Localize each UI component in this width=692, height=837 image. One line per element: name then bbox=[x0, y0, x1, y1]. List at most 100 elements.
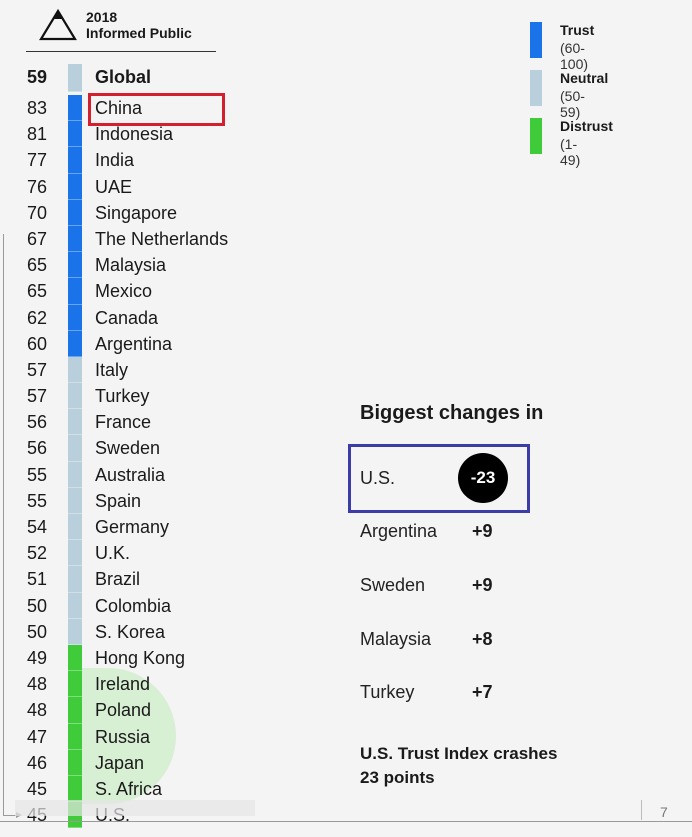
trust-bar bbox=[68, 487, 82, 514]
report-title: 2018 Informed Public bbox=[86, 9, 192, 41]
country-name: Ireland bbox=[95, 674, 151, 695]
trust-bar bbox=[68, 592, 82, 619]
country-row: 48 Poland bbox=[0, 697, 300, 724]
trust-score: 50 bbox=[27, 595, 48, 616]
footer-divider bbox=[0, 821, 692, 822]
country-name: Australia bbox=[95, 464, 166, 485]
trust-bar bbox=[68, 173, 82, 200]
trust-score: 50 bbox=[27, 621, 48, 642]
country-name: Global bbox=[95, 67, 152, 87]
trust-bar bbox=[68, 95, 82, 122]
trust-score: 47 bbox=[27, 726, 48, 747]
page-number: 7 bbox=[660, 804, 668, 820]
trust-score: 62 bbox=[27, 307, 48, 328]
country-name: Hong Kong bbox=[95, 647, 186, 668]
change-row: Malaysia +8 bbox=[360, 624, 560, 654]
trust-score: 65 bbox=[27, 281, 48, 302]
country-trust-list: 59 Global 83 China 81 Indonesia 77 India 76 UAE 70… bbox=[0, 64, 300, 829]
trust-score: 56 bbox=[27, 412, 48, 433]
country-name: The Netherlands bbox=[95, 228, 229, 249]
change-badge: -23 bbox=[458, 453, 508, 503]
change-country: Argentina bbox=[360, 521, 438, 541]
country-name: India bbox=[95, 150, 135, 171]
change-row: U.S. -23 bbox=[360, 453, 560, 503]
legend-swatch bbox=[530, 22, 542, 58]
country-name: Sweden bbox=[95, 438, 161, 459]
change-row: Argentina +9 bbox=[360, 516, 560, 546]
trust-bar bbox=[68, 252, 82, 279]
trust-bar bbox=[68, 540, 82, 567]
country-row: 70 Singapore bbox=[0, 199, 300, 226]
mountain-triangle-icon bbox=[39, 8, 77, 41]
trust-score: 52 bbox=[27, 543, 48, 564]
country-row: 56 Sweden bbox=[0, 435, 300, 462]
legend-range: (60-100) bbox=[560, 40, 589, 72]
trust-bar bbox=[68, 514, 82, 541]
trust-bar bbox=[68, 461, 82, 488]
country-name: S. Korea bbox=[95, 621, 166, 642]
country-name: Canada bbox=[95, 307, 159, 328]
legend-swatch bbox=[530, 118, 542, 154]
trust-bar bbox=[68, 435, 82, 462]
country-name: Brazil bbox=[95, 569, 141, 590]
trust-bar bbox=[68, 356, 82, 384]
report-audience: Informed Public bbox=[86, 25, 192, 41]
change-country: U.S. bbox=[360, 468, 396, 488]
country-row: 77 India bbox=[0, 147, 300, 174]
trust-score: 70 bbox=[27, 202, 48, 223]
country-row: 76 UAE bbox=[0, 173, 300, 200]
country-name: Spain bbox=[95, 490, 142, 511]
country-row: 50 S. Korea bbox=[0, 618, 300, 645]
country-row: 62 Canada bbox=[0, 304, 300, 331]
country-row: 48 Ireland bbox=[0, 671, 300, 698]
footer-separator bbox=[641, 800, 642, 820]
trust-score: 48 bbox=[27, 700, 48, 721]
change-row: Turkey +7 bbox=[360, 677, 560, 707]
trust-bar bbox=[68, 566, 82, 593]
country-row: 47 Russia bbox=[0, 723, 300, 750]
change-value: +7 bbox=[472, 682, 493, 702]
country-name: Argentina bbox=[95, 333, 173, 354]
change-value: +9 bbox=[472, 521, 493, 541]
trust-score: 45 bbox=[27, 778, 48, 799]
country-row: 56 France bbox=[0, 409, 300, 436]
legend-label: Trust bbox=[560, 22, 595, 38]
change-country: Turkey bbox=[360, 682, 415, 702]
trust-bar bbox=[68, 278, 82, 305]
trust-bar bbox=[68, 775, 82, 803]
summary-note: U.S. Trust Index crashes 23 points bbox=[360, 742, 557, 790]
country-row: 54 Germany bbox=[0, 514, 300, 541]
summary-line-1: U.S. Trust Index crashes bbox=[360, 744, 558, 763]
trust-bar bbox=[68, 697, 82, 724]
title-divider bbox=[26, 51, 216, 52]
change-country: Sweden bbox=[360, 575, 426, 595]
trust-bar bbox=[68, 749, 82, 776]
country-row: 65 Malaysia bbox=[0, 252, 300, 279]
scroll-fade bbox=[15, 800, 255, 816]
trust-score: 83 bbox=[27, 98, 48, 118]
trust-score: 81 bbox=[27, 124, 48, 145]
country-name: France bbox=[95, 412, 152, 433]
trust-score: 48 bbox=[27, 674, 48, 695]
change-value: +8 bbox=[472, 629, 493, 649]
trust-score: 54 bbox=[27, 517, 48, 537]
trust-score: 49 bbox=[27, 647, 48, 668]
trust-bar bbox=[68, 671, 82, 698]
trust-bar bbox=[68, 121, 82, 148]
trust-bar bbox=[68, 304, 82, 331]
trust-bar bbox=[68, 723, 82, 750]
country-name: U.K. bbox=[95, 543, 131, 564]
report-year: 2018 bbox=[86, 9, 118, 25]
country-name: Malaysia bbox=[95, 255, 167, 276]
country-row: 55 Spain bbox=[0, 487, 300, 514]
trust-bar bbox=[68, 383, 82, 410]
country-name: Russia bbox=[95, 726, 151, 747]
country-row: 57 Italy bbox=[0, 356, 300, 384]
trust-score: 46 bbox=[27, 752, 48, 773]
change-value: +9 bbox=[472, 575, 493, 595]
summary-line-2: 23 points bbox=[360, 768, 435, 787]
country-name: Turkey bbox=[95, 386, 150, 407]
trust-score: 57 bbox=[27, 359, 48, 380]
trust-score: 67 bbox=[27, 228, 48, 249]
country-row: 49 Hong Kong bbox=[0, 644, 300, 672]
